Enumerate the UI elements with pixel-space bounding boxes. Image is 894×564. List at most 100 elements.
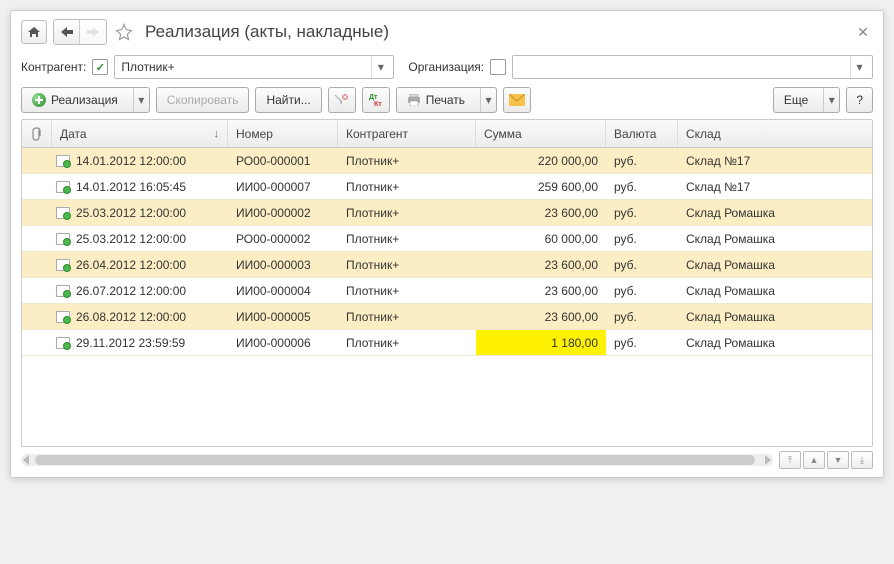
data-table: Дата↓ Номер Контрагент Сумма Валюта Скла… bbox=[21, 119, 873, 447]
document-icon bbox=[56, 285, 70, 297]
cell-agent: Плотник+ bbox=[338, 304, 476, 329]
cell-date: 14.01.2012 16:05:45 bbox=[52, 174, 228, 199]
chevron-down-icon: ▾ bbox=[823, 88, 839, 112]
cell-number: ИИ00-000003 bbox=[228, 252, 338, 277]
svg-text:Кт: Кт bbox=[374, 101, 382, 107]
cell-number: ИИ00-000002 bbox=[228, 200, 338, 225]
cell-agent: Плотник+ bbox=[338, 200, 476, 225]
title-bar: Реализация (акты, накладные) ✕ bbox=[21, 19, 873, 45]
horizontal-scrollbar[interactable] bbox=[21, 454, 773, 466]
table-row[interactable]: 26.07.2012 12:00:00ИИ00-000004Плотник+23… bbox=[22, 278, 872, 304]
document-icon bbox=[56, 311, 70, 323]
cell-currency: руб. bbox=[606, 304, 678, 329]
help-button[interactable]: ? bbox=[846, 87, 873, 113]
clear-filter-button[interactable] bbox=[328, 87, 356, 113]
cell-agent: Плотник+ bbox=[338, 330, 476, 355]
row-nav-buttons: ⤒ ▲ ▼ ⤓ bbox=[779, 451, 873, 469]
org-select[interactable]: ▾ bbox=[512, 55, 873, 79]
cell-currency: руб. bbox=[606, 148, 678, 173]
copy-button[interactable]: Скопировать bbox=[156, 87, 250, 113]
document-icon bbox=[56, 181, 70, 193]
table-row[interactable]: 26.08.2012 12:00:00ИИ00-000005Плотник+23… bbox=[22, 304, 872, 330]
dtkt-button[interactable]: ДтКт bbox=[362, 87, 390, 113]
cell-attachment bbox=[22, 226, 52, 251]
cell-sum: 259 600,00 bbox=[476, 174, 606, 199]
forward-button[interactable] bbox=[80, 20, 106, 44]
col-sum[interactable]: Сумма bbox=[476, 120, 606, 147]
cell-agent: Плотник+ bbox=[338, 174, 476, 199]
table-header: Дата↓ Номер Контрагент Сумма Валюта Скла… bbox=[22, 120, 872, 148]
cell-agent: Плотник+ bbox=[338, 278, 476, 303]
cell-sum: 23 600,00 bbox=[476, 200, 606, 225]
email-button[interactable] bbox=[503, 87, 531, 113]
paperclip-icon bbox=[32, 127, 42, 141]
document-icon bbox=[56, 207, 70, 219]
close-button[interactable]: ✕ bbox=[853, 22, 873, 42]
document-icon bbox=[56, 337, 70, 349]
first-row-button[interactable]: ⤒ bbox=[779, 451, 801, 469]
col-date[interactable]: Дата↓ bbox=[52, 120, 228, 147]
cell-store: Склад Ромашка bbox=[678, 200, 872, 225]
cell-number: ИИ00-000005 bbox=[228, 304, 338, 329]
table-row[interactable]: 25.03.2012 12:00:00РО00-000002Плотник+60… bbox=[22, 226, 872, 252]
col-currency[interactable]: Валюта bbox=[606, 120, 678, 147]
find-button[interactable]: Найти... bbox=[255, 87, 321, 113]
cell-date: 25.03.2012 12:00:00 bbox=[52, 200, 228, 225]
cell-sum: 23 600,00 bbox=[476, 252, 606, 277]
cell-currency: руб. bbox=[606, 278, 678, 303]
document-icon bbox=[56, 155, 70, 167]
table-row[interactable]: 29.11.2012 23:59:59ИИ00-000006Плотник+1 … bbox=[22, 330, 872, 356]
cell-attachment bbox=[22, 174, 52, 199]
cell-attachment bbox=[22, 278, 52, 303]
cell-date: 14.01.2012 12:00:00 bbox=[52, 148, 228, 173]
sort-asc-icon: ↓ bbox=[214, 128, 220, 140]
back-button[interactable] bbox=[54, 20, 80, 44]
more-button[interactable]: Еще ▾ bbox=[773, 87, 840, 113]
last-row-button[interactable]: ⤓ bbox=[851, 451, 873, 469]
org-checkbox[interactable] bbox=[490, 59, 506, 75]
window-title: Реализация (акты, накладные) bbox=[145, 22, 389, 42]
org-label: Организация: bbox=[408, 60, 484, 74]
cell-store: Склад Ромашка bbox=[678, 226, 872, 251]
cell-attachment bbox=[22, 148, 52, 173]
cell-date: 26.07.2012 12:00:00 bbox=[52, 278, 228, 303]
printer-icon bbox=[407, 94, 421, 106]
cell-currency: руб. bbox=[606, 252, 678, 277]
cell-attachment bbox=[22, 330, 52, 355]
filter-bar: Контрагент: ✓ Плотник+ ▾ Организация: ▾ bbox=[21, 55, 873, 79]
create-button[interactable]: Реализация ▾ bbox=[21, 87, 150, 113]
contractor-select[interactable]: Плотник+ ▾ bbox=[114, 55, 394, 79]
col-number[interactable]: Номер bbox=[228, 120, 338, 147]
col-agent[interactable]: Контрагент bbox=[338, 120, 476, 147]
chevron-down-icon: ▾ bbox=[480, 88, 496, 112]
cell-attachment bbox=[22, 304, 52, 329]
scrollbar-thumb[interactable] bbox=[35, 455, 755, 465]
cell-sum: 60 000,00 bbox=[476, 226, 606, 251]
table-row[interactable]: 25.03.2012 12:00:00ИИ00-000002Плотник+23… bbox=[22, 200, 872, 226]
cell-sum: 1 180,00 bbox=[476, 330, 606, 355]
cell-date: 26.04.2012 12:00:00 bbox=[52, 252, 228, 277]
cell-store: Склад Ромашка bbox=[678, 330, 872, 355]
col-store[interactable]: Склад bbox=[678, 120, 872, 147]
home-button[interactable] bbox=[21, 20, 47, 44]
cell-number: ИИ00-000006 bbox=[228, 330, 338, 355]
favorite-star-icon[interactable] bbox=[113, 21, 135, 43]
main-window: Реализация (акты, накладные) ✕ Контраген… bbox=[10, 10, 884, 478]
cell-date: 25.03.2012 12:00:00 bbox=[52, 226, 228, 251]
cell-sum: 220 000,00 bbox=[476, 148, 606, 173]
contractor-checkbox[interactable]: ✓ bbox=[92, 59, 108, 75]
table-empty-space bbox=[22, 356, 872, 446]
table-row[interactable]: 14.01.2012 12:00:00РО00-000001Плотник+22… bbox=[22, 148, 872, 174]
svg-text:Дт: Дт bbox=[369, 94, 378, 101]
table-row[interactable]: 26.04.2012 12:00:00ИИ00-000003Плотник+23… bbox=[22, 252, 872, 278]
cell-currency: руб. bbox=[606, 330, 678, 355]
cell-agent: Плотник+ bbox=[338, 226, 476, 251]
contractor-value: Плотник+ bbox=[121, 60, 371, 74]
print-button[interactable]: Печать ▾ bbox=[396, 87, 497, 113]
next-row-button[interactable]: ▼ bbox=[827, 451, 849, 469]
col-attachment[interactable] bbox=[22, 120, 52, 147]
cell-currency: руб. bbox=[606, 226, 678, 251]
table-row[interactable]: 14.01.2012 16:05:45ИИ00-000007Плотник+25… bbox=[22, 174, 872, 200]
prev-row-button[interactable]: ▲ bbox=[803, 451, 825, 469]
chevron-down-icon: ▾ bbox=[133, 88, 149, 112]
